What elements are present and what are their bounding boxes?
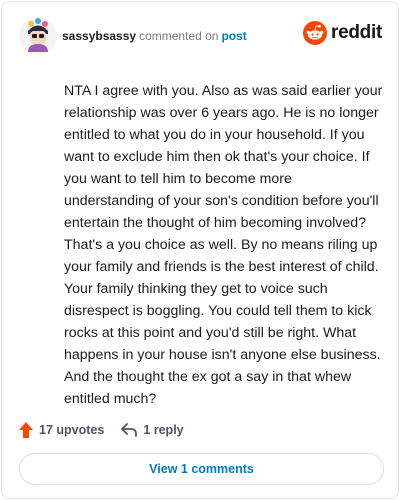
username[interactable]: sassybsassy <box>62 29 136 43</box>
comment-actions: 17 upvotes 1 reply <box>18 418 184 442</box>
upvote-button[interactable]: 17 upvotes <box>18 421 104 439</box>
reply-count: 1 reply <box>143 423 184 437</box>
upvote-count: 17 upvotes <box>39 423 105 437</box>
byline-action: commented on <box>139 29 219 43</box>
byline: sassybsassy commented on post <box>62 29 247 43</box>
comment-card: sassybsassy commented on post reddit NTA I… <box>1 1 399 499</box>
reply-button[interactable]: 1 reply <box>120 422 184 438</box>
comment-header: sassybsassy commented on post reddit <box>18 16 382 56</box>
upvote-arrow-icon <box>19 422 33 438</box>
reddit-wordmark: reddit <box>331 22 382 43</box>
reply-arrow-icon <box>121 423 138 437</box>
comment-body: NTA I agree with you. Also as was said e… <box>64 83 383 407</box>
post-link[interactable]: post <box>221 29 246 43</box>
view-comments-button[interactable]: View 1 comments <box>19 453 384 485</box>
avatar[interactable] <box>18 16 58 56</box>
reddit-logo[interactable]: reddit <box>303 21 382 45</box>
reddit-snoo-icon <box>303 21 328 45</box>
